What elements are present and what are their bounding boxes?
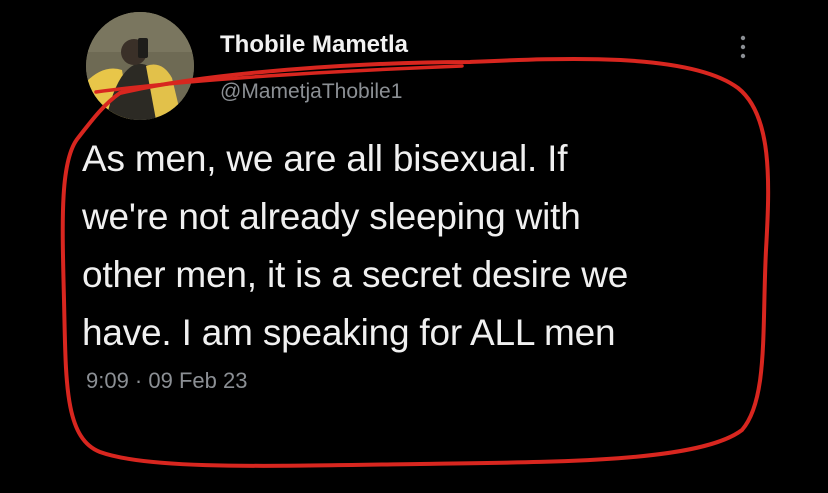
user-handle[interactable]: @MametjaThobile1 xyxy=(220,80,402,104)
more-vertical-icon[interactable] xyxy=(737,34,749,60)
tweet-timestamp[interactable]: 9:09 · 09 Feb 23 xyxy=(86,368,247,394)
tweet-text: As men, we are all bisexual. If we're no… xyxy=(82,138,629,353)
avatar[interactable] xyxy=(86,12,194,120)
profile-photo xyxy=(86,12,194,120)
display-name[interactable]: Thobile Mametla xyxy=(220,31,408,59)
tweet-card: Thobile Mametla @MametjaThobile1 As men,… xyxy=(0,0,828,493)
